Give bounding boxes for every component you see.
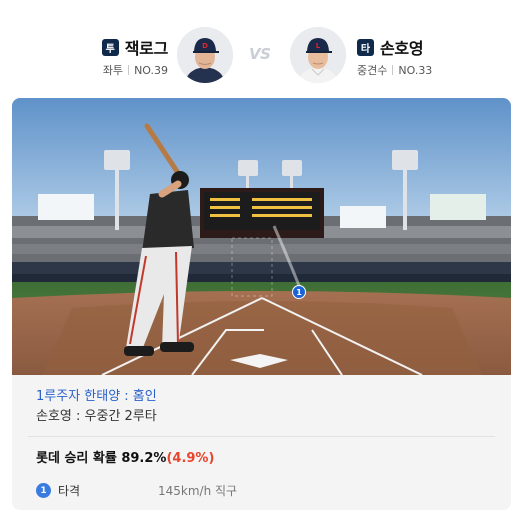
pitcher-number: NO.39 [134,63,168,77]
play-card: 1 1루주자 한태양 : 홈인 손호영 : 우중간 2루타 롯데 승리 확률 8… [12,98,511,510]
batter-position: 중견수 [357,64,388,77]
pitcher-role-badge: 투 [101,38,119,56]
play-details: 1루주자 한태양 : 홈인 손호영 : 우중간 2루타 롯데 승리 확률 89.… [12,375,511,510]
runner-result-text: 1루주자 한태양 : 홈인 [36,389,157,404]
batter-role-badge: 타 [357,38,374,56]
pitcher-info[interactable]: 투 잭로그 좌투 NO.39 [101,35,169,78]
stadium-view: 1 [12,98,511,376]
pitch-result: 타격 [58,484,81,498]
win-probability-label: 롯데 승리 확률 89.2% [36,451,167,466]
pitch-number-badge: 1 [36,483,51,498]
batter-number: NO.33 [398,63,433,77]
vs-label: VS [249,45,271,63]
matchup-header: 투 잭로그 좌투 NO.39 D VS L 타 손호영 중견수 NO.33 [0,0,523,98]
pitch-location-marker[interactable]: 1 [292,285,306,299]
pitch-list-item[interactable]: 1 타격 145km/h 직구 [36,482,237,499]
batter-name[interactable]: 손호영 [380,35,424,59]
pitcher-avatar[interactable]: D [177,27,233,83]
svg-text:D: D [202,42,208,50]
separator [392,65,394,75]
divider [28,436,495,437]
stadium-illustration [12,98,511,376]
batter-result-text: 손호영 : 우중간 2루타 [36,409,157,424]
batter-avatar[interactable]: L [290,27,346,83]
separator [128,65,130,75]
svg-text:L: L [316,42,321,50]
pitcher-position: 좌투 [102,64,124,77]
win-probability-delta: (4.9%) [166,451,215,466]
pitch-speed-type: 145km/h 직구 [158,484,238,498]
batter-info[interactable]: 타 손호영 중견수 NO.33 [357,36,432,78]
win-probability: 롯데 승리 확률 89.2%(4.9%) [36,447,214,466]
pitcher-name[interactable]: 잭로그 [125,35,169,59]
